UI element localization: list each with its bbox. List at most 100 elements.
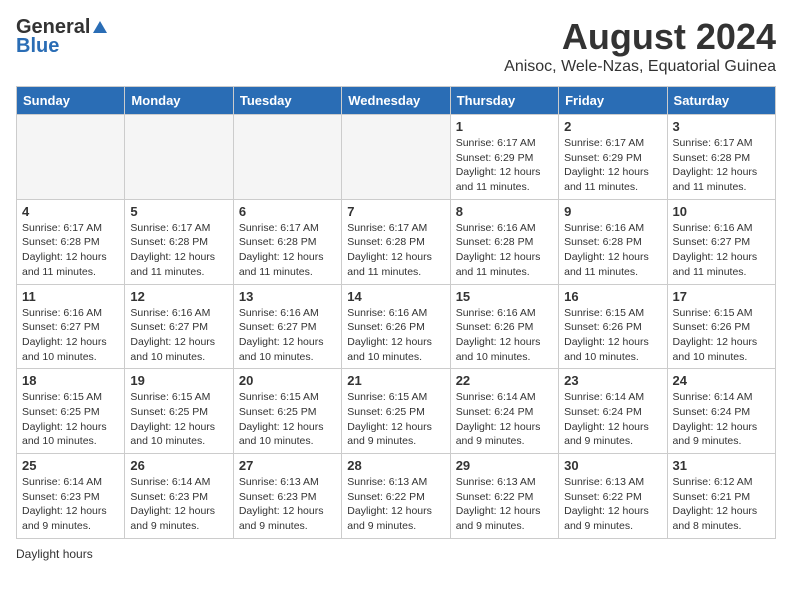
table-row: 25 Sunrise: 6:14 AM Sunset: 6:23 PM Dayli… (17, 454, 125, 539)
table-row: 2 Sunrise: 6:17 AM Sunset: 6:29 PM Daylig… (559, 115, 667, 200)
day-info: Sunrise: 6:15 AM Sunset: 6:25 PM Dayligh… (239, 390, 336, 449)
day-number: 20 (239, 373, 336, 388)
table-row (342, 115, 450, 200)
table-row: 31 Sunrise: 6:12 AM Sunset: 6:21 PM Dayli… (667, 454, 775, 539)
footer-note: Daylight hours (16, 547, 776, 561)
day-info: Sunrise: 6:16 AM Sunset: 6:26 PM Dayligh… (347, 306, 444, 365)
daylight-hours-label: Daylight hours (16, 547, 93, 561)
table-row: 18 Sunrise: 6:15 AM Sunset: 6:25 PM Dayli… (17, 369, 125, 454)
day-number: 6 (239, 204, 336, 219)
day-number: 14 (347, 289, 444, 304)
table-row (125, 115, 233, 200)
day-info: Sunrise: 6:15 AM Sunset: 6:26 PM Dayligh… (673, 306, 770, 365)
table-row: 8Sunrise: 6:16 AM Sunset: 6:28 PM Daylig… (450, 199, 558, 284)
table-row: 20 Sunrise: 6:15 AM Sunset: 6:25 PM Dayli… (233, 369, 341, 454)
day-info: Sunrise: 6:13 AM Sunset: 6:22 PM Dayligh… (564, 475, 661, 534)
col-thursday: Thursday (450, 87, 558, 115)
table-row: 30 Sunrise: 6:13 AM Sunset: 6:22 PM Dayli… (559, 454, 667, 539)
day-info: Sunrise: 6:15 AM Sunset: 6:25 PM Dayligh… (22, 390, 119, 449)
day-number: 4 (22, 204, 119, 219)
day-info: Sunrise: 6:17 AM Sunset: 6:28 PM Dayligh… (239, 221, 336, 280)
table-row: 26 Sunrise: 6:14 AM Sunset: 6:23 PM Dayli… (125, 454, 233, 539)
day-number: 15 (456, 289, 553, 304)
day-info: Sunrise: 6:16 AM Sunset: 6:27 PM Dayligh… (22, 306, 119, 365)
table-row: 11 Sunrise: 6:16 AM Sunset: 6:27 PM Dayli… (17, 284, 125, 369)
day-number: 25 (22, 458, 119, 473)
day-number: 26 (130, 458, 227, 473)
table-row: 5 Sunrise: 6:17 AM Sunset: 6:28 PM Daylig… (125, 199, 233, 284)
table-row: 4 Sunrise: 6:17 AM Sunset: 6:28 PM Daylig… (17, 199, 125, 284)
table-row: 28Sunrise: 6:13 AM Sunset: 6:22 PM Dayli… (342, 454, 450, 539)
col-tuesday: Tuesday (233, 87, 341, 115)
table-row: 21Sunrise: 6:15 AM Sunset: 6:25 PM Dayli… (342, 369, 450, 454)
calendar-week-row: 4 Sunrise: 6:17 AM Sunset: 6:28 PM Daylig… (17, 199, 776, 284)
day-number: 23 (564, 373, 661, 388)
day-number: 12 (130, 289, 227, 304)
col-sunday: Sunday (17, 87, 125, 115)
calendar-week-row: 11 Sunrise: 6:16 AM Sunset: 6:27 PM Dayli… (17, 284, 776, 369)
calendar-week-row: 1 Sunrise: 6:17 AM Sunset: 6:29 PM Daylig… (17, 115, 776, 200)
day-number: 18 (22, 373, 119, 388)
table-row: 13 Sunrise: 6:16 AM Sunset: 6:27 PM Dayli… (233, 284, 341, 369)
table-row: 12 Sunrise: 6:16 AM Sunset: 6:27 PM Dayli… (125, 284, 233, 369)
day-info: Sunrise: 6:14 AM Sunset: 6:24 PM Dayligh… (456, 390, 553, 449)
logo-blue-text: Blue (16, 35, 59, 58)
day-info: Sunrise: 6:13 AM Sunset: 6:22 PM Dayligh… (347, 475, 444, 534)
logo: General Blue (16, 16, 110, 58)
day-info: Sunrise: 6:16 AM Sunset: 6:28 PM Dayligh… (564, 221, 661, 280)
location: Anisoc, Wele-Nzas, Equatorial Guinea (504, 58, 776, 76)
day-info: Sunrise: 6:17 AM Sunset: 6:28 PM Dayligh… (673, 136, 770, 195)
table-row: 7Sunrise: 6:17 AM Sunset: 6:28 PM Daylig… (342, 199, 450, 284)
table-row: 6 Sunrise: 6:17 AM Sunset: 6:28 PM Daylig… (233, 199, 341, 284)
day-number: 30 (564, 458, 661, 473)
day-number: 1 (456, 119, 553, 134)
day-info: Sunrise: 6:16 AM Sunset: 6:27 PM Dayligh… (130, 306, 227, 365)
calendar-header-row: Sunday Monday Tuesday Wednesday Thursday… (17, 87, 776, 115)
col-friday: Friday (559, 87, 667, 115)
logo-icon (91, 19, 109, 37)
day-info: Sunrise: 6:14 AM Sunset: 6:24 PM Dayligh… (564, 390, 661, 449)
day-info: Sunrise: 6:17 AM Sunset: 6:28 PM Dayligh… (22, 221, 119, 280)
day-number: 29 (456, 458, 553, 473)
day-number: 11 (22, 289, 119, 304)
title-area: August 2024 Anisoc, Wele-Nzas, Equatoria… (504, 16, 776, 76)
day-number: 3 (673, 119, 770, 134)
table-row: 10Sunrise: 6:16 AM Sunset: 6:27 PM Dayli… (667, 199, 775, 284)
day-info: Sunrise: 6:14 AM Sunset: 6:23 PM Dayligh… (22, 475, 119, 534)
col-wednesday: Wednesday (342, 87, 450, 115)
day-info: Sunrise: 6:12 AM Sunset: 6:21 PM Dayligh… (673, 475, 770, 534)
day-info: Sunrise: 6:13 AM Sunset: 6:23 PM Dayligh… (239, 475, 336, 534)
table-row: 9 Sunrise: 6:16 AM Sunset: 6:28 PM Daylig… (559, 199, 667, 284)
day-number: 31 (673, 458, 770, 473)
col-saturday: Saturday (667, 87, 775, 115)
day-info: Sunrise: 6:15 AM Sunset: 6:25 PM Dayligh… (347, 390, 444, 449)
day-info: Sunrise: 6:16 AM Sunset: 6:27 PM Dayligh… (239, 306, 336, 365)
day-number: 9 (564, 204, 661, 219)
col-monday: Monday (125, 87, 233, 115)
day-info: Sunrise: 6:16 AM Sunset: 6:26 PM Dayligh… (456, 306, 553, 365)
day-number: 5 (130, 204, 227, 219)
day-number: 10 (673, 204, 770, 219)
table-row: 14 Sunrise: 6:16 AM Sunset: 6:26 PM Dayli… (342, 284, 450, 369)
day-info: Sunrise: 6:17 AM Sunset: 6:29 PM Dayligh… (564, 136, 661, 195)
table-row: 1 Sunrise: 6:17 AM Sunset: 6:29 PM Daylig… (450, 115, 558, 200)
table-row: 3 Sunrise: 6:17 AM Sunset: 6:28 PM Daylig… (667, 115, 775, 200)
table-row: 29 Sunrise: 6:13 AM Sunset: 6:22 PM Dayli… (450, 454, 558, 539)
day-info: Sunrise: 6:15 AM Sunset: 6:26 PM Dayligh… (564, 306, 661, 365)
day-info: Sunrise: 6:15 AM Sunset: 6:25 PM Dayligh… (130, 390, 227, 449)
table-row (233, 115, 341, 200)
table-row: 23 Sunrise: 6:14 AM Sunset: 6:24 PM Dayli… (559, 369, 667, 454)
table-row: 22Sunrise: 6:14 AM Sunset: 6:24 PM Dayli… (450, 369, 558, 454)
day-number: 27 (239, 458, 336, 473)
day-number: 24 (673, 373, 770, 388)
day-info: Sunrise: 6:14 AM Sunset: 6:24 PM Dayligh… (673, 390, 770, 449)
day-number: 2 (564, 119, 661, 134)
day-info: Sunrise: 6:13 AM Sunset: 6:22 PM Dayligh… (456, 475, 553, 534)
day-number: 17 (673, 289, 770, 304)
day-info: Sunrise: 6:17 AM Sunset: 6:28 PM Dayligh… (130, 221, 227, 280)
day-info: Sunrise: 6:14 AM Sunset: 6:23 PM Dayligh… (130, 475, 227, 534)
day-number: 13 (239, 289, 336, 304)
day-number: 7 (347, 204, 444, 219)
table-row: 17 Sunrise: 6:15 AM Sunset: 6:26 PM Dayli… (667, 284, 775, 369)
day-info: Sunrise: 6:17 AM Sunset: 6:29 PM Dayligh… (456, 136, 553, 195)
